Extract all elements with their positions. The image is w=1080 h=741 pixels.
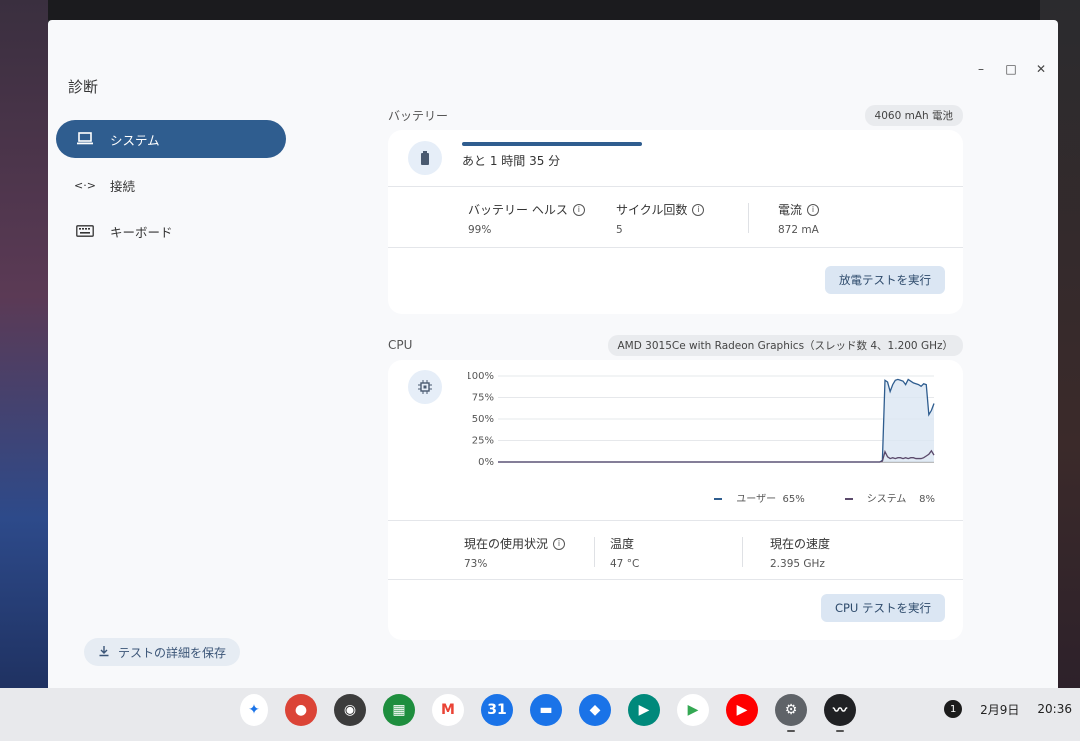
youtube-icon[interactable]: ▶ [726, 694, 758, 726]
download-icon [98, 645, 110, 660]
status-tray: 1 2月9日 20:36 [944, 694, 1080, 724]
info-icon[interactable]: i [553, 537, 566, 550]
sidebar-item-label: 接続 [110, 178, 136, 194]
battery-capacity-chip: 4060 mAh 電池 [864, 104, 963, 126]
sidebar-item-label: キーボード [110, 224, 173, 240]
info-icon[interactable]: i [572, 203, 585, 216]
cpu-temp-stat: 温度 47 °C [610, 535, 639, 570]
y-tick-label: 0% [478, 457, 494, 468]
cycle-count-label: サイクル回数 [616, 203, 688, 217]
keyboard-icon [74, 225, 96, 237]
divider [594, 537, 595, 567]
y-tick-label: 50% [472, 414, 494, 425]
cycle-count-stat: サイクル回数 i 5 [616, 201, 705, 236]
battery-health-label: バッテリー ヘルス [468, 203, 568, 217]
battery-card: あと 1 時間 35 分 バッテリー ヘルス i 99% サイクル回数 i 5 電流… [388, 130, 963, 314]
user-usage-area [498, 379, 934, 462]
y-tick-label: 100% [468, 372, 494, 382]
battery-stats: バッテリー ヘルス i 99% サイクル回数 i 5 電流 i 872 mA [388, 187, 963, 247]
notification-badge[interactable]: 1 [944, 700, 963, 718]
clock[interactable]: 20:36 [1037, 702, 1072, 716]
chrome-icon[interactable]: ● [285, 694, 317, 726]
chat-icon[interactable]: ◆ [579, 694, 611, 726]
maximize-icon[interactable]: □ [1004, 62, 1018, 76]
save-test-details-button[interactable]: テストの詳細を保存 [84, 638, 241, 666]
running-indicator [787, 730, 795, 732]
cpu-temp-value: 47 °C [610, 558, 640, 570]
cpu-chip-icon [408, 370, 442, 404]
minimize-icon[interactable]: – [974, 62, 988, 76]
cpu-speed-label: 現在の速度 [770, 537, 831, 551]
discharge-test-button[interactable]: 放電テストを実行 [825, 266, 945, 294]
sidebar-item-label: システム [110, 132, 160, 148]
sidebar-item-system[interactable]: システム [56, 120, 286, 158]
divider [748, 203, 749, 233]
main-content: バッテリー 4060 mAh 電池 あと 1 時間 35 分 バッテリー ヘルス… [388, 104, 963, 640]
cpu-temp-label: 温度 [610, 537, 635, 551]
battery-health-stat: バッテリー ヘルス i 99% [468, 201, 585, 236]
date-label[interactable]: 2月9日 [980, 701, 1019, 718]
divider [742, 537, 743, 567]
cpu-usage-value: 73% [464, 558, 488, 570]
current-label: 電流 [778, 203, 803, 217]
cpu-model-chip: AMD 3015Ce with Radeon Graphics（スレッド数 4、… [607, 334, 963, 356]
launcher-icon[interactable]: ✦ [240, 694, 268, 726]
current-value: 872 mA [778, 224, 819, 236]
shelf: ✦ ● ◉ ▦ M 31 ▬ ◆ ▶ ▶ ▶ ⚙ 〰 1 2月9日 20:36 [0, 688, 1080, 741]
legend-system: システム 8% [844, 490, 935, 505]
cpu-test-button[interactable]: CPU テストを実行 [820, 594, 945, 622]
info-icon[interactable]: i [807, 203, 820, 216]
user-usage-line [498, 378, 935, 463]
y-tick-label: 75% [472, 393, 494, 404]
cpu-chart-legend: ユーザー 65% システム 8% [714, 490, 935, 505]
battery-section-header: バッテリー 4060 mAh 電池 [388, 104, 963, 126]
battery-health-value: 99% [468, 224, 492, 236]
diagnostics-window: – □ ✕ 診断 システム <·> 接続 キーボード テストの詳細を保存 バッテ… [48, 20, 1058, 688]
gmail-icon[interactable]: M [432, 694, 464, 726]
window-controls: – □ ✕ [974, 62, 1048, 76]
system-usage-line [498, 449, 935, 463]
legend-user-label: ユーザー [736, 494, 777, 505]
cpu-section-title: CPU [388, 338, 413, 352]
battery-icon [408, 141, 442, 175]
desktop-top [0, 0, 1080, 20]
desktop-wallpaper-left [0, 0, 48, 741]
calendar-icon[interactable]: 31 [481, 694, 513, 726]
legend-system-value: 8% [919, 494, 935, 505]
legend-system-label: システム [866, 494, 907, 505]
info-icon[interactable]: i [692, 203, 705, 216]
save-button-label: テストの詳細を保存 [118, 645, 227, 660]
cpu-speed-value: 2.395 GHz [770, 558, 825, 570]
sidebar-nav: システム <·> 接続 キーボード [56, 120, 286, 258]
app-title: 診断 [68, 78, 99, 96]
running-indicator [836, 730, 844, 732]
battery-charge-bar [462, 142, 642, 146]
laptop-icon [74, 132, 96, 146]
cpu-card: 100% 75% 50% 25% 0% ユーザー 65% システム 8% 現在の使用状況… [388, 360, 963, 640]
files-icon[interactable]: ▬ [530, 694, 562, 726]
meet-icon[interactable]: ▶ [628, 694, 660, 726]
play-store-icon[interactable]: ▶ [677, 694, 709, 726]
apps-icon[interactable]: ▦ [383, 694, 415, 726]
legend-user: ユーザー 65% [714, 490, 805, 505]
cycle-count-value: 5 [616, 224, 623, 236]
shelf-apps: ✦ ● ◉ ▦ M 31 ▬ ◆ ▶ ▶ ▶ ⚙ 〰 [240, 694, 856, 732]
settings-icon[interactable]: ⚙ [775, 694, 807, 732]
cast-icon[interactable]: ◉ [334, 694, 366, 726]
cpu-stats: 現在の使用状況 i 73% 温度 47 °C 現在の速度 2.395 GHz [388, 521, 963, 579]
cpu-section-header: CPU AMD 3015Ce with Radeon Graphics（スレッド… [388, 334, 963, 356]
current-stat: 電流 i 872 mA [778, 201, 820, 236]
battery-remaining-time: あと 1 時間 35 分 [462, 154, 561, 168]
sidebar-item-keyboard[interactable]: キーボード [56, 212, 286, 250]
diagnostics-icon[interactable]: 〰 [824, 694, 856, 732]
sidebar-item-connection[interactable]: <·> 接続 [56, 166, 286, 204]
cpu-speed-stat: 現在の速度 2.395 GHz [770, 535, 830, 570]
cpu-usage-stat: 現在の使用状況 i 73% [464, 535, 566, 570]
y-tick-label: 25% [472, 436, 494, 447]
legend-user-value: 65% [782, 494, 805, 505]
connection-icon: <·> [74, 178, 96, 192]
battery-section-title: バッテリー [388, 108, 449, 123]
cpu-usage-label: 現在の使用状況 [464, 537, 549, 551]
close-icon[interactable]: ✕ [1034, 62, 1048, 76]
